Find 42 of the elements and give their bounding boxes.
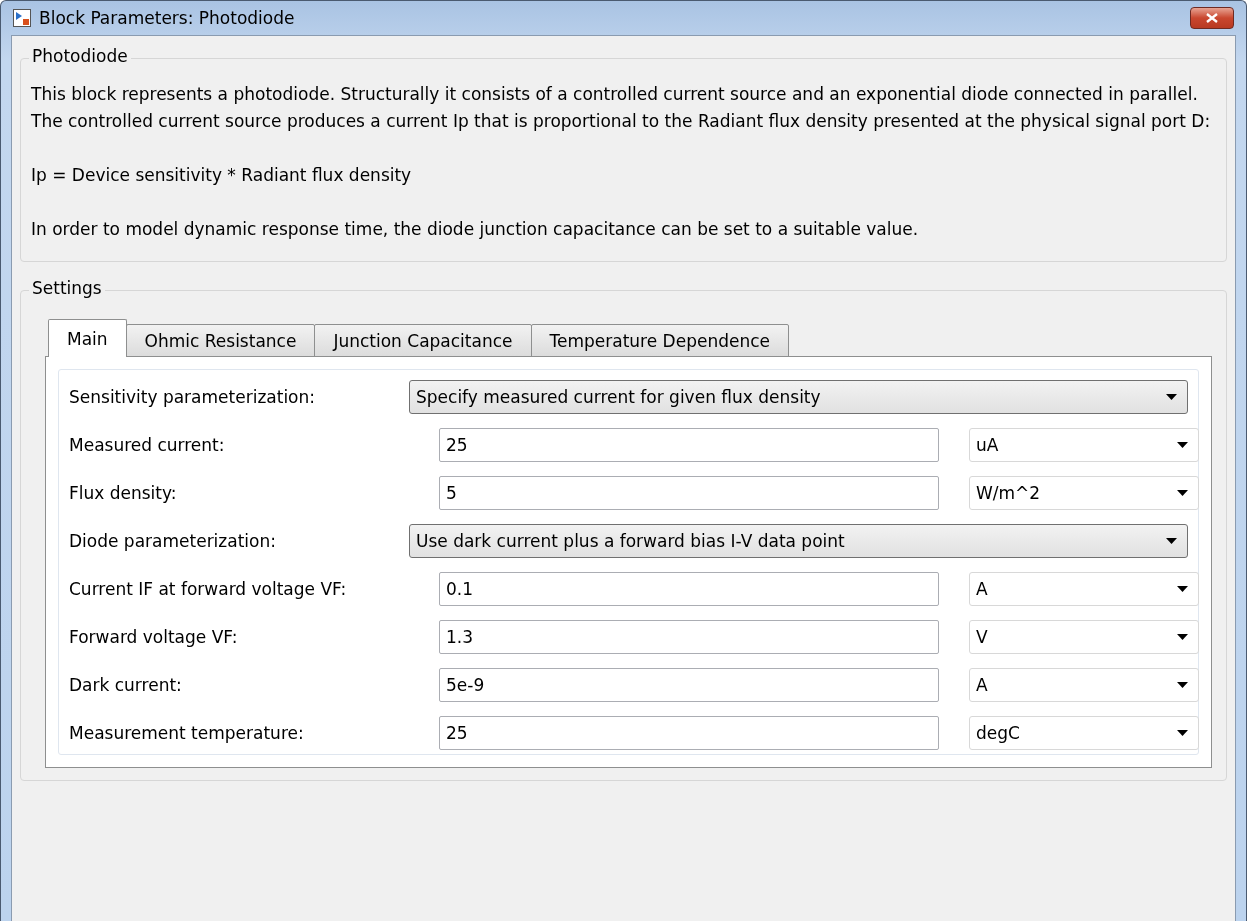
unit-dropdown[interactable]: uA <box>969 428 1199 462</box>
caret-icon <box>1177 586 1188 592</box>
parameter-label: Diode parameterization: <box>69 531 277 551</box>
description-text: Ip = Device sensitivity * Radiant flux density <box>31 164 413 187</box>
input-field[interactable]: 5e-9 <box>439 668 939 702</box>
parameter-label: Current IF at forward voltage VF: <box>69 579 348 599</box>
tab[interactable]: Main <box>48 319 127 357</box>
input-field[interactable]: 25 <box>439 428 939 462</box>
dropdown[interactable]: Specify measured current for given flux density <box>409 380 1188 414</box>
unit-dropdown[interactable]: A <box>969 572 1199 606</box>
parameter-label: Dark current: <box>69 675 183 695</box>
parameter-label: Sensitivity parameterization: <box>69 387 316 407</box>
tab[interactable]: Ohmic Resistance <box>125 324 316 357</box>
parameter-label: Measurement temperature: <box>69 723 305 743</box>
close-button[interactable] <box>1190 7 1234 29</box>
unit-dropdown[interactable]: W/m^2 <box>969 476 1199 510</box>
parameter-label: Forward voltage VF: <box>69 627 239 647</box>
parameter-label: Flux density: <box>69 483 178 503</box>
close-icon <box>1206 13 1218 23</box>
block-icon <box>13 9 31 27</box>
parameter-label: Measured current: <box>69 435 226 455</box>
description-text: This block represents a photodiode. Structurally it consists of a controlled current source and an exponential diode connected in parallel. The controlled current source produces a current Ip that is proportional to the Radiant flux density presented at the physical signal port D: <box>31 83 1212 133</box>
caret-icon <box>1177 682 1188 688</box>
unit-dropdown[interactable]: A <box>969 668 1199 702</box>
unit-dropdown[interactable]: V <box>969 620 1199 654</box>
caret-icon <box>1166 394 1177 400</box>
dropdown[interactable]: Use dark current plus a forward bias I-V data point <box>409 524 1188 558</box>
group-title: Settings <box>29 278 105 298</box>
description-text: In order to model dynamic response time, the diode junction capacitance can be set to a suitable value. <box>31 218 920 241</box>
input-field[interactable]: 1.3 <box>439 620 939 654</box>
caret-icon <box>1177 490 1188 496</box>
window-title: Block Parameters: Photodiode <box>39 8 296 28</box>
tab[interactable]: Temperature Dependence <box>530 324 789 357</box>
input-field[interactable]: 5 <box>439 476 939 510</box>
input-field[interactable]: 25 <box>439 716 939 750</box>
caret-icon <box>1177 634 1188 640</box>
caret-icon <box>1177 730 1188 736</box>
caret-icon <box>1166 538 1177 544</box>
input-field[interactable]: 0.1 <box>439 572 939 606</box>
tab[interactable]: Junction Capacitance <box>314 324 532 357</box>
unit-dropdown[interactable]: degC <box>969 716 1199 750</box>
caret-icon <box>1177 442 1188 448</box>
